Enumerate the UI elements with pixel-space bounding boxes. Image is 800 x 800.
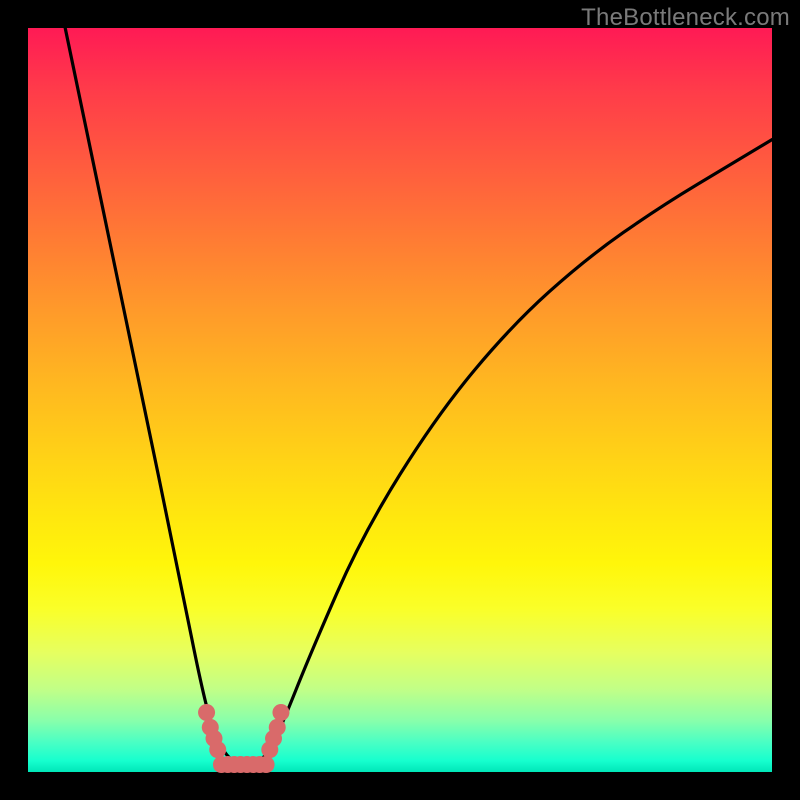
valley-dot <box>269 719 286 736</box>
valley-dot <box>272 704 289 721</box>
valley-dot <box>258 756 275 773</box>
valley-dot <box>198 704 215 721</box>
bottleneck-curve-svg <box>28 28 772 772</box>
valley-highlight-dots <box>198 704 289 773</box>
bottleneck-curve-path <box>65 28 772 765</box>
valley-dot <box>209 741 226 758</box>
